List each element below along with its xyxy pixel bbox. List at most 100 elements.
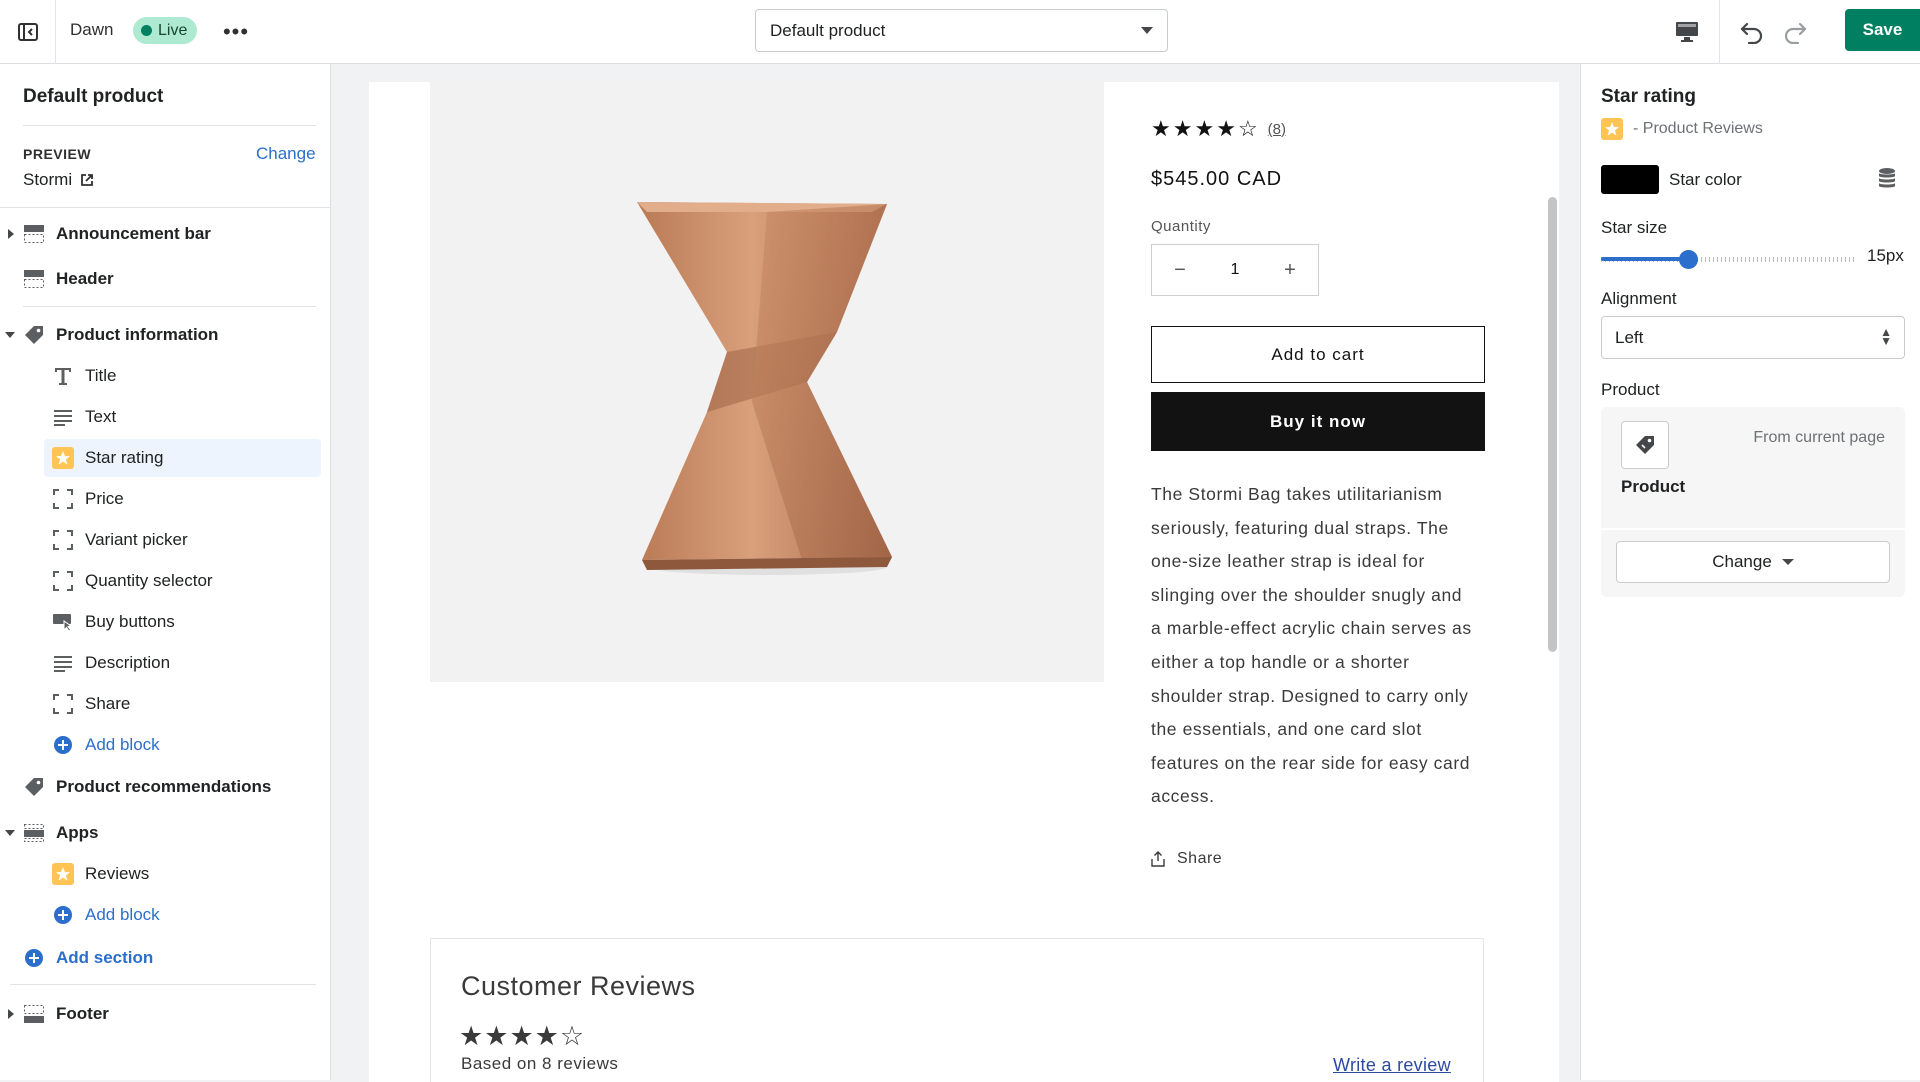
share-button[interactable]: Share: [1151, 850, 1222, 868]
toolbar-divider: [1719, 0, 1720, 64]
block-label: Text: [85, 407, 117, 426]
slider-thumb[interactable]: [1679, 250, 1699, 269]
reviews-count: Based on 8 reviews: [461, 1054, 619, 1073]
product-thumbnail: [1621, 421, 1669, 469]
select-arrows-icon: ▲ ▼: [1880, 325, 1892, 348]
star-icon: [1601, 118, 1623, 140]
quantity-decrease-button[interactable]: −: [1152, 245, 1208, 295]
external-link-icon: [81, 174, 94, 186]
description-line: the essentials, and one card slot: [1151, 719, 1422, 740]
divider: [23, 125, 316, 126]
description-line: slinging over the shoulder snugly and: [1151, 584, 1463, 605]
add-block-button[interactable]: Add block: [0, 895, 331, 935]
change-product-button[interactable]: Change: [1616, 541, 1890, 583]
redo-icon: [1784, 22, 1807, 44]
settings-title: Star rating: [1601, 86, 1697, 107]
section-label: Apps: [56, 823, 99, 842]
add-block-button[interactable]: Add block: [0, 725, 331, 765]
star-size-slider[interactable]: [1601, 246, 1857, 272]
quantity-stepper: − 1 +: [1151, 244, 1319, 296]
alignment-select[interactable]: Left ▲ ▼: [1601, 316, 1905, 359]
buy-buttons-icon: [51, 610, 75, 634]
reviews-star-rating: ★ ★ ★ ★ ☆: [459, 1021, 584, 1052]
top-bar: Dawn Live ••• Default product Save: [0, 0, 1920, 64]
section-label: Product information: [56, 325, 219, 344]
block-text[interactable]: Text: [0, 397, 331, 437]
block-icon: [51, 528, 75, 552]
rating-star: ★: [1172, 116, 1193, 141]
product-price: $545.00 CAD: [1151, 168, 1283, 190]
section-footer[interactable]: Footer: [0, 994, 331, 1034]
undo-icon: [1740, 22, 1763, 44]
sections-sidebar: Default product PREVIEW Change Stormi An…: [0, 64, 331, 1080]
block-share[interactable]: Share: [0, 684, 331, 724]
divider: [10, 984, 316, 985]
write-review-link[interactable]: Write a review: [1333, 1055, 1451, 1076]
star-color-swatch[interactable]: [1601, 165, 1659, 194]
section-apps[interactable]: Apps: [0, 813, 331, 853]
block-title[interactable]: Title: [0, 356, 331, 396]
slider-fill: [1601, 257, 1689, 261]
caret-down-icon: [5, 830, 15, 836]
block-label: Quantity selector: [85, 571, 213, 590]
rating-count-link[interactable]: (8): [1268, 121, 1286, 138]
divider: [0, 207, 331, 208]
star-size-label: Star size: [1601, 218, 1668, 237]
redo-button[interactable]: [1777, 14, 1813, 50]
section-icon: [22, 1003, 46, 1025]
section-icon: [22, 223, 46, 245]
app-name: - Product Reviews: [1633, 120, 1763, 137]
buy-it-now-button[interactable]: Buy it now: [1151, 392, 1485, 451]
description-line: a marble-effect acrylic chain serves as: [1151, 618, 1472, 639]
quantity-label: Quantity: [1151, 218, 1211, 235]
description-line: either a top handle or a shorter: [1151, 651, 1410, 672]
review-star: ★: [484, 1021, 509, 1051]
section-announcement-bar[interactable]: Announcement bar: [0, 214, 331, 254]
save-button[interactable]: Save: [1845, 9, 1920, 51]
block-buy-buttons[interactable]: Buy buttons: [0, 602, 331, 642]
dynamic-source-button[interactable]: [1877, 167, 1897, 194]
block-quantity-selector[interactable]: Quantity selector: [0, 561, 331, 601]
block-reviews[interactable]: Reviews: [0, 854, 331, 894]
rating-star: ★: [1151, 116, 1171, 141]
chevron-down-icon: [1141, 27, 1153, 34]
review-star: ☆: [559, 1021, 585, 1051]
quantity-input[interactable]: 1: [1208, 261, 1262, 279]
description-line: seriously, featuring dual straps. The: [1151, 517, 1449, 538]
block-variant-picker[interactable]: Variant picker: [0, 520, 331, 560]
block-star-rating[interactable]: Star rating: [0, 438, 331, 478]
undo-button[interactable]: [1734, 14, 1770, 50]
template-select[interactable]: Default product: [755, 9, 1168, 52]
star-color-label: Star color: [1669, 170, 1742, 189]
exit-icon: [17, 23, 38, 41]
product-image[interactable]: [430, 82, 1104, 682]
template-select-value: Default product: [770, 20, 886, 40]
device-toggle-button[interactable]: [1660, 14, 1714, 50]
caret-right-icon: [8, 1009, 14, 1019]
title-icon: [51, 364, 75, 388]
section-header[interactable]: Header: [0, 259, 331, 299]
star-icon: [51, 446, 75, 470]
description-line: access.: [1151, 786, 1215, 807]
quantity-increase-button[interactable]: +: [1262, 245, 1318, 295]
block-price[interactable]: Price: [0, 479, 331, 519]
exit-button[interactable]: [0, 0, 56, 64]
reviews-title: Customer Reviews: [461, 971, 696, 1001]
preview-change-link[interactable]: Change: [256, 144, 316, 164]
settings-subtitle: - Product Reviews: [1601, 118, 1763, 140]
section-product-information[interactable]: Product information: [0, 315, 331, 355]
preview-canvas: ★ ★ ★ ★ ☆ (8) $545.00 CAD Quantity − 1 +…: [332, 64, 1580, 1082]
add-section-button[interactable]: Add section: [0, 938, 331, 978]
block-label: Reviews: [85, 864, 150, 883]
more-actions-button[interactable]: •••: [222, 18, 250, 46]
block-description[interactable]: Description: [0, 643, 331, 683]
product-source-card: From current page Product Change: [1601, 407, 1905, 597]
add-to-cart-button[interactable]: Add to cart: [1151, 326, 1485, 383]
section-label: Announcement bar: [56, 224, 211, 243]
preview-product[interactable]: Stormi: [23, 170, 94, 190]
preview-scrollbar[interactable]: [1548, 197, 1557, 652]
chevron-down-icon: [1781, 559, 1794, 565]
rating-star: ☆: [1237, 116, 1258, 141]
section-label: Header: [56, 269, 114, 288]
section-product-recommendations[interactable]: Product recommendations: [0, 767, 331, 807]
